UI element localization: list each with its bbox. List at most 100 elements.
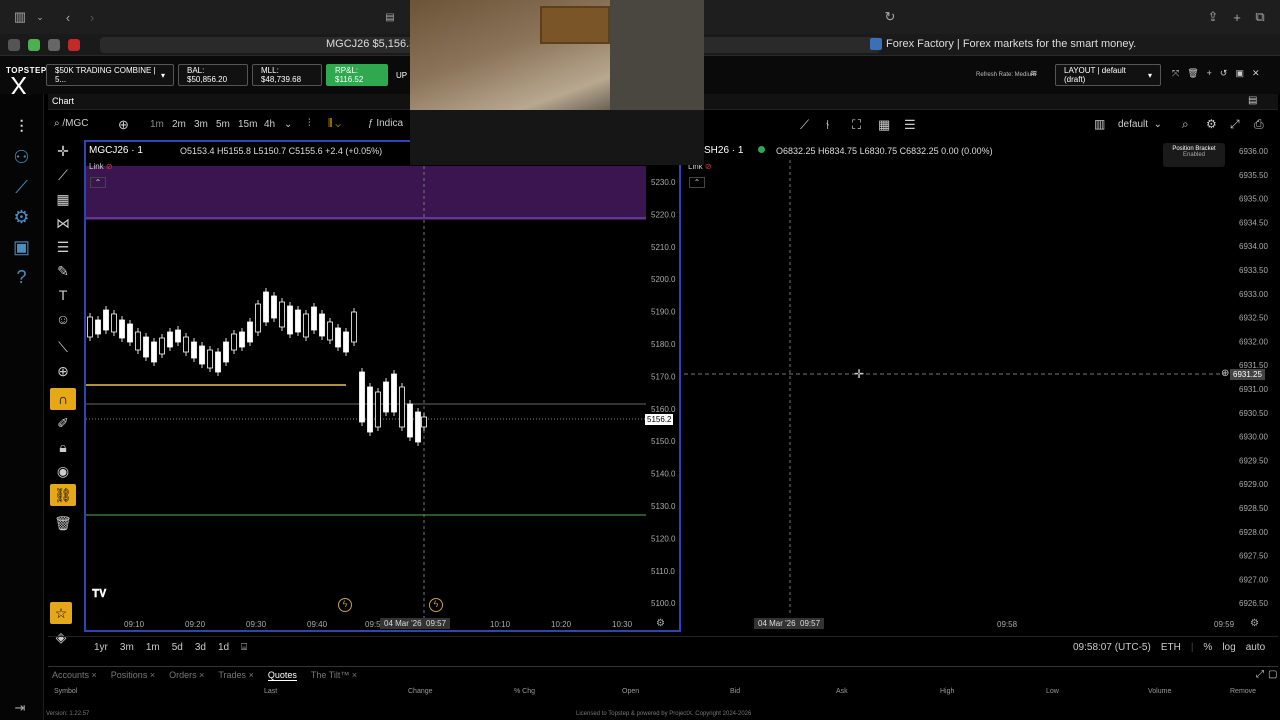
col-symbol[interactable]: Symbol: [54, 688, 77, 695]
favorite-icon[interactable]: ☆: [50, 602, 72, 624]
help-icon[interactable]: ?: [10, 266, 34, 288]
tab-quotes[interactable]: Quotes: [267, 670, 297, 681]
sidebar-toggle-icon[interactable]: ▥: [10, 7, 30, 27]
event-marker-icon[interactable]: ϟ: [429, 598, 443, 612]
pinned-tab-icon[interactable]: [48, 39, 60, 51]
tf-4h[interactable]: 4h: [264, 119, 275, 130]
candle-type-icon[interactable]: ⫼ ⌄: [328, 118, 341, 129]
layout-name-select[interactable]: default ⌄: [1118, 119, 1162, 130]
add-icon[interactable]: +: [1207, 68, 1212, 79]
tradingview-icon[interactable]: ▣: [10, 236, 34, 258]
col-pct-chg[interactable]: % Chg: [514, 688, 535, 695]
candlestick-icon[interactable]: ⫶: [10, 116, 34, 138]
brush-icon[interactable]: ✎: [50, 260, 76, 282]
range-3d[interactable]: 3d: [195, 642, 206, 653]
magnet-icon[interactable]: ∩: [50, 388, 76, 410]
undo-icon[interactable]: ↺: [1220, 68, 1228, 79]
lock-icon[interactable]: 🔒︎: [50, 436, 76, 458]
settings-icon[interactable]: ⚙: [1206, 117, 1217, 131]
grid-icon[interactable]: ▦: [878, 117, 890, 133]
zoom-icon[interactable]: ⌕: [1182, 117, 1189, 132]
emoji-icon[interactable]: ☺: [50, 308, 76, 330]
compare-icon[interactable]: ⫮: [826, 117, 829, 133]
tf-5m[interactable]: 5m: [216, 119, 230, 130]
chevron-down-icon[interactable]: ⌄: [30, 7, 50, 27]
col-change[interactable]: Change: [408, 688, 433, 695]
link-icon[interactable]: ⛓: [50, 484, 76, 506]
tab-positions[interactable]: Positions ×: [111, 670, 155, 681]
col-high[interactable]: High: [940, 688, 954, 695]
crosshair-icon[interactable]: ✛: [50, 140, 76, 162]
pencil-lock-icon[interactable]: ✐: [50, 412, 76, 434]
tab-forex-factory[interactable]: Forex Factory | Forex markets for the sm…: [870, 38, 1136, 50]
bar-style-icon[interactable]: ⫶: [308, 118, 311, 129]
back-icon[interactable]: ‹: [58, 7, 78, 27]
pinned-tab-icon[interactable]: [8, 39, 20, 51]
refresh-rate[interactable]: Refresh Rate: Medium: [976, 72, 1036, 78]
account-select[interactable]: $50K TRADING COMBINE | 5... ▾: [46, 64, 174, 86]
range-1d[interactable]: 1d: [218, 642, 229, 653]
col-bid[interactable]: Bid: [730, 688, 740, 695]
range-1m[interactable]: 1m: [146, 642, 160, 653]
right-chart-canvas[interactable]: 6936.00 6935.50 6935.00 6934.50 6934.00 6933.…: [684, 140, 1274, 632]
position-bracket-badge[interactable]: Position Bracket Enabled: [1163, 143, 1225, 167]
chart-tab[interactable]: Chart: [52, 96, 74, 106]
fullscreen-frame-icon[interactable]: ⛶: [852, 117, 861, 133]
layout-select[interactable]: LAYOUT | default (draft) ▾: [1055, 64, 1161, 86]
panel-icon[interactable]: ▢: [1268, 669, 1277, 680]
range-3m[interactable]: 3m: [120, 642, 134, 653]
time-settings-icon[interactable]: ⚙: [656, 618, 665, 629]
tab-tilt[interactable]: The Tilt™ ×: [311, 670, 357, 681]
tf-1m[interactable]: 1m: [150, 119, 164, 130]
expand-icon[interactable]: ⤢: [1256, 669, 1264, 680]
tab-orders[interactable]: Orders ×: [169, 670, 204, 681]
reader-icon[interactable]: ▤: [380, 7, 400, 27]
tab-overview-icon[interactable]: ⧉: [1250, 7, 1270, 27]
col-open[interactable]: Open: [622, 688, 639, 695]
right-chart-panel[interactable]: 6936.00 6935.50 6935.00 6934.50 6934.00 6933.…: [684, 140, 1274, 632]
indicators-button[interactable]: ƒ Indica: [368, 118, 403, 129]
date-range-icon[interactable]: ⌸: [241, 642, 247, 653]
pinned-tab-icon[interactable]: [68, 39, 80, 51]
fib-grid-icon[interactable]: ▦: [50, 188, 76, 210]
trendline-icon[interactable]: ⟋: [50, 164, 76, 186]
left-chart-canvas[interactable]: 5230.0 5220.0 5210.0 5200.0 5190.0 5180.0 5170…: [86, 142, 679, 630]
left-chart-panel[interactable]: 5230.0 5220.0 5210.0 5200.0 5190.0 5180.0 5170…: [84, 140, 681, 632]
time-settings-icon[interactable]: ⚙: [1250, 618, 1259, 629]
right-chart-title[interactable]: SH26 · 1: [704, 145, 743, 156]
add-symbol-icon[interactable]: ⊕: [118, 117, 129, 133]
pinned-tab-icon[interactable]: [28, 39, 40, 51]
col-volume[interactable]: Volume: [1148, 688, 1171, 695]
pattern-icon[interactable]: ⋈: [50, 212, 76, 234]
clock[interactable]: 09:58:07 (UTC-5): [1073, 642, 1151, 653]
line-tool-icon[interactable]: ⟋: [800, 117, 809, 133]
add-order-icon[interactable]: ⊕: [1221, 368, 1229, 379]
tab-title-chart[interactable]: MGCJ26 $5,156.3: [326, 38, 415, 50]
fullscreen-icon[interactable]: ⤢: [1230, 117, 1240, 132]
col-remove[interactable]: Remove: [1230, 688, 1256, 695]
close-icon[interactable]: ✕: [1252, 68, 1260, 79]
range-1yr[interactable]: 1yr: [94, 642, 108, 653]
share-icon[interactable]: ⇪: [1203, 7, 1223, 27]
zoom-in-icon[interactable]: ⊕: [50, 360, 76, 382]
trash-icon[interactable]: 🗑: [1187, 68, 1198, 79]
left-link-label[interactable]: Link ⊘: [89, 162, 113, 171]
add-panel-icon[interactable]: ▤: [1248, 95, 1257, 106]
tab-accounts[interactable]: Accounts ×: [52, 670, 97, 681]
visibility-icon[interactable]: ◉: [50, 460, 76, 482]
users-icon[interactable]: ⚇: [10, 146, 34, 168]
left-chart-title[interactable]: MGCJ26 · 1: [89, 145, 143, 156]
window-icon[interactable]: ▣: [1235, 68, 1244, 79]
auto-toggle[interactable]: auto: [1246, 642, 1265, 653]
new-tab-icon[interactable]: +: [1227, 7, 1247, 27]
panels-icon[interactable]: ▥: [1094, 117, 1105, 131]
log-toggle[interactable]: log: [1222, 642, 1235, 653]
drawing-icon[interactable]: ⤧: [1172, 68, 1179, 79]
analytics-icon[interactable]: ⟋: [10, 176, 34, 198]
camera-icon[interactable]: ⎙: [1254, 117, 1264, 132]
range-5d[interactable]: 5d: [172, 642, 183, 653]
forward-icon[interactable]: ›: [82, 7, 102, 27]
col-last[interactable]: Last: [264, 688, 277, 695]
logout-icon[interactable]: ⇥: [10, 698, 30, 718]
collapse-icon[interactable]: ⌃: [689, 177, 705, 188]
